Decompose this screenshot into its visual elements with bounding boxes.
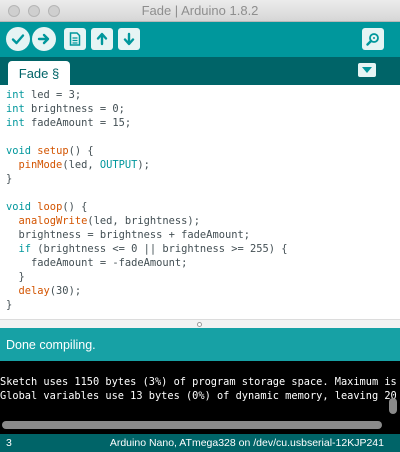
new-sketch-button[interactable]: [64, 28, 86, 50]
magnifier-icon: [366, 33, 379, 46]
console-output: Sketch uses 1150 bytes (3%) of program s…: [0, 361, 400, 434]
code-line: int brightness = 0;: [6, 102, 125, 116]
open-sketch-button[interactable]: [91, 28, 113, 50]
function-token: setup: [37, 145, 69, 157]
arrow-up-icon: [96, 32, 108, 46]
code-token: }: [6, 173, 13, 185]
code-token: fadeAmount = -fadeAmount;: [6, 257, 188, 269]
line-number: 3: [6, 437, 12, 449]
code-token: () {: [62, 201, 88, 213]
window-title: Fade | Arduino 1.8.2: [141, 3, 259, 18]
function-token: analogWrite: [18, 215, 88, 227]
tab-bar: Fade §: [0, 57, 400, 85]
keyword-token: void: [6, 201, 32, 213]
code-line: if (brightness <= 0 || brightness >= 255…: [6, 242, 288, 256]
splitter-handle[interactable]: [197, 322, 202, 327]
console-horizontal-scrollbar[interactable]: [2, 421, 382, 429]
code-token: (led, brightness);: [87, 215, 200, 227]
code-line: }: [6, 270, 25, 284]
code-line: pinMode(led, OUTPUT);: [6, 158, 150, 172]
status-bar: Done compiling.: [0, 328, 400, 361]
tab-menu-button[interactable]: [358, 63, 376, 77]
code-editor[interactable]: int led = 3; int brightness = 0; int fadeA…: [0, 85, 400, 319]
function-token: loop: [37, 201, 63, 213]
code-line: fadeAmount = -fadeAmount;: [6, 256, 187, 270]
code-token: () {: [68, 145, 94, 157]
serial-monitor-button[interactable]: [362, 28, 384, 50]
verify-button[interactable]: [6, 27, 30, 51]
code-line: }: [6, 298, 12, 312]
code-token: (led,: [62, 159, 100, 171]
code-line: void setup() {: [6, 144, 94, 158]
checkmark-icon: [11, 34, 25, 45]
code-token: brightness = 0;: [24, 103, 125, 115]
code-token: }: [6, 271, 25, 283]
code-token: (30);: [49, 285, 82, 297]
function-token: pinMode: [18, 159, 63, 171]
console-vertical-scrollbar[interactable]: [389, 398, 397, 414]
keyword-token: void: [6, 145, 32, 157]
code-token: (brightness <= 0 || brightness >= 255) {: [31, 243, 288, 255]
console-line: Sketch uses 1150 bytes (3%) of program s…: [0, 376, 397, 388]
arrow-right-icon: [37, 33, 50, 45]
keyword-token: int: [6, 89, 25, 101]
title-bar: Fade | Arduino 1.8.2: [0, 0, 400, 22]
code-line: int led = 3;: [6, 88, 81, 102]
board-status-bar: 3 Arduino Nano, ATmega328 on /dev/cu.usb…: [0, 434, 400, 452]
keyword-token: int: [6, 103, 25, 115]
upload-button[interactable]: [32, 27, 56, 51]
keyword-token: int: [6, 117, 25, 129]
code-token: }: [6, 299, 13, 311]
code-token: brightness = brightness + fadeAmount;: [6, 229, 250, 241]
toolbar: [0, 22, 400, 57]
keyword-token: OUTPUT: [99, 159, 138, 171]
save-sketch-button[interactable]: [118, 28, 140, 50]
code-line: int fadeAmount = 15;: [6, 116, 131, 130]
board-port-info: Arduino Nano, ATmega328 on /dev/cu.usbse…: [109, 437, 384, 449]
code-line: delay(30);: [6, 284, 82, 298]
arrow-down-icon: [123, 32, 135, 46]
code-line: }: [6, 172, 12, 186]
status-message: Done compiling.: [6, 338, 96, 352]
document-icon: [69, 32, 81, 46]
code-line: void loop() {: [6, 200, 87, 214]
code-token: led = 3;: [24, 89, 82, 101]
function-token: delay: [18, 285, 50, 297]
pane-splitter[interactable]: [0, 319, 400, 328]
triangle-down-icon: [362, 67, 372, 73]
code-line: analogWrite(led, brightness);: [6, 214, 200, 228]
keyword-token: if: [18, 243, 32, 255]
console-line: Global variables use 13 bytes (0%) of dy…: [0, 390, 397, 402]
code-token: );: [137, 159, 150, 171]
tab-fade[interactable]: Fade §: [8, 61, 70, 85]
code-token: fadeAmount = 15;: [24, 117, 132, 129]
code-line: brightness = brightness + fadeAmount;: [6, 228, 250, 242]
